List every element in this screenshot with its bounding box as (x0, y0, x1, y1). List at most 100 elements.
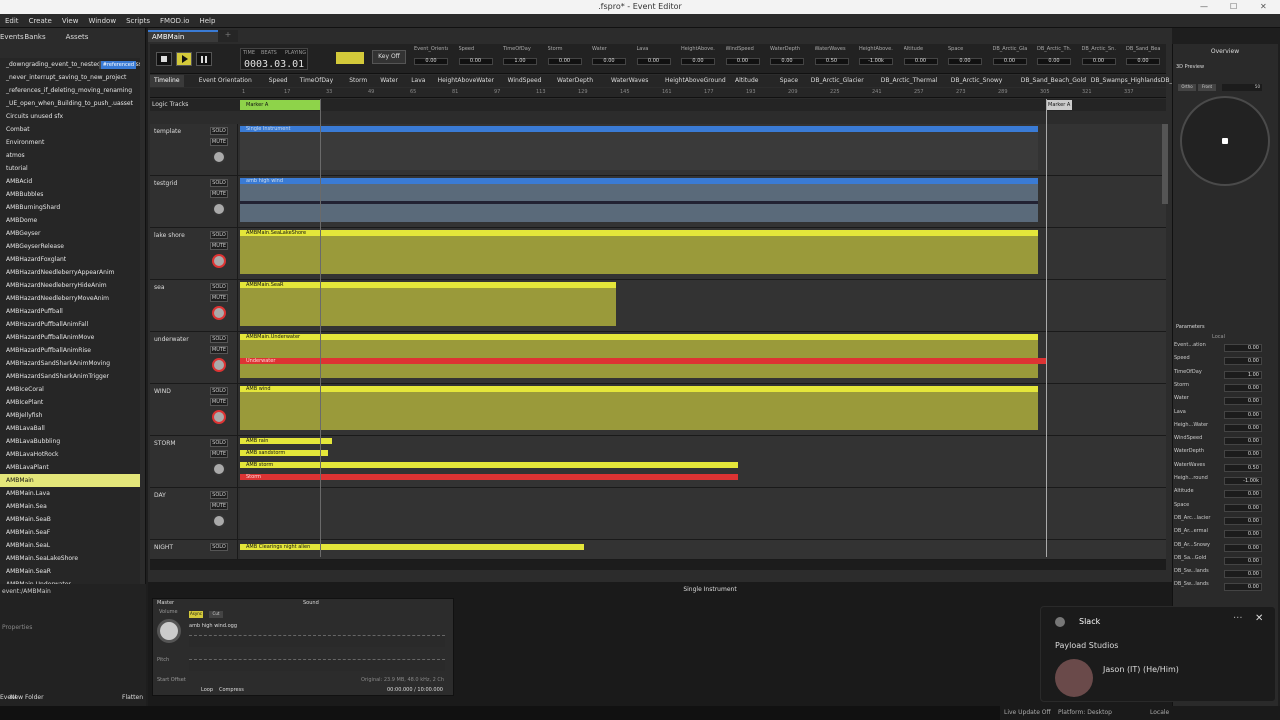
loop-region-marker[interactable]: Marker A (240, 100, 320, 110)
tab-banks[interactable]: Banks (20, 30, 50, 44)
param-value[interactable]: 0.50 (814, 58, 849, 65)
parameter-value[interactable]: 0.00 (1224, 423, 1262, 432)
solo-button[interactable]: SOLO (210, 387, 228, 395)
parameter-value[interactable]: 0.00 (1224, 383, 1262, 392)
solo-button[interactable]: SOLO (210, 335, 228, 343)
maximize-icon[interactable]: ☐ (1230, 2, 1237, 11)
live-update-status[interactable]: Live Update Off (1004, 709, 1051, 716)
new-tab-button[interactable]: + (218, 30, 238, 42)
ortho-button[interactable]: Ortho (1178, 84, 1196, 91)
solo-button[interactable]: SOLO (210, 283, 228, 291)
tab-16[interactable]: DB_Arctic_Snowy (947, 75, 1007, 87)
mute-button[interactable]: MUTE (210, 450, 228, 458)
menu-fmodio[interactable]: FMOD.io (155, 14, 194, 28)
param-value[interactable]: 0.00 (414, 58, 448, 65)
param-value[interactable]: 0.00 (1126, 58, 1160, 65)
param-value[interactable]: 0.00 (547, 58, 582, 65)
instrument[interactable]: AMB storm (240, 462, 738, 468)
track-lane[interactable]: AMBMain.SeaLakeShore (240, 228, 1166, 279)
list-item[interactable]: AMBHazardPuffballAnimFall (0, 318, 140, 331)
mute-button[interactable]: MUTE (210, 502, 228, 510)
parameter-value[interactable]: 0.00 (1224, 543, 1262, 552)
instrument-body[interactable] (240, 288, 616, 326)
playhead[interactable] (320, 99, 321, 557)
tab-13[interactable]: Space (776, 75, 802, 87)
close-notification-icon[interactable]: ✕ (1255, 613, 1263, 624)
parameter-value[interactable]: 0.00 (1224, 503, 1262, 512)
track-lane[interactable]: AMBMain.SeaR (240, 280, 1166, 331)
param-value[interactable]: 0.00 (1081, 58, 1116, 65)
param-value[interactable]: 0.00 (770, 58, 804, 65)
list-item[interactable]: AMBHazardPuffball (0, 305, 140, 318)
solo-button[interactable]: SOLO (210, 543, 228, 551)
instrument-body[interactable] (240, 236, 1038, 274)
menu-edit[interactable]: Edit (0, 14, 24, 28)
parameter-value[interactable]: 1.00 (1224, 370, 1262, 379)
parameter-value[interactable]: 0.00 (1224, 344, 1262, 352)
list-item[interactable]: AMBIceCoral (0, 383, 140, 396)
tab-1[interactable]: Event Orientation (195, 75, 256, 87)
play-button[interactable] (176, 52, 192, 66)
volume-knob[interactable] (212, 462, 226, 476)
tab-7[interactable]: HeightAboveWater (434, 75, 498, 87)
pause-button[interactable] (196, 52, 212, 66)
list-item[interactable]: AMBMain.SeaB#referenced (0, 61, 140, 526)
locale-select[interactable]: Locale (1150, 709, 1169, 716)
instrument[interactable]: Underwater (240, 358, 1046, 364)
volume-knob[interactable] (212, 410, 226, 424)
list-item[interactable]: AMBMain (0, 474, 140, 487)
parameter-value[interactable]: 0.00 (1224, 357, 1262, 366)
cut-button[interactable]: Cut (209, 611, 223, 618)
tab-10[interactable]: WaterWaves (607, 75, 652, 87)
tab-3[interactable]: TimeOfDay (296, 75, 337, 87)
list-item[interactable]: AMBIcePlant (0, 396, 140, 409)
volume-knob[interactable] (212, 514, 226, 528)
list-item[interactable]: AMBMain.SeaF#referenced (0, 61, 140, 539)
param-value[interactable]: 0.00 (992, 58, 1027, 65)
list-item[interactable]: AMBHazardPuffballAnimMove (0, 331, 140, 344)
key-off-button[interactable]: Key Off (372, 50, 406, 64)
solo-button[interactable]: SOLO (210, 179, 228, 187)
parameter-value[interactable]: 0.00 (1224, 516, 1262, 525)
instrument-body[interactable] (240, 392, 1038, 430)
tab-18[interactable]: DB_Swamps_Highlands (1087, 75, 1165, 87)
list-item[interactable]: AMBGeyser (0, 227, 140, 240)
list-item[interactable]: AMBBubbles (0, 188, 140, 201)
list-item[interactable]: AMBGeyserRelease (0, 240, 140, 253)
param-value[interactable]: 0.00 (681, 58, 715, 65)
list-item[interactable]: AMBLavaBall (0, 422, 140, 435)
list-item[interactable]: AMBHazardNeedleberryHideAnim (0, 279, 140, 292)
volume-knob[interactable] (212, 202, 226, 216)
list-item[interactable]: tutorial (0, 162, 140, 175)
list-item[interactable]: AMBHazardSandSharkAnimTrigger (0, 370, 140, 383)
param-value[interactable]: 0.00 (725, 58, 760, 65)
parameter-value[interactable]: 0.00 (1224, 530, 1262, 539)
mute-button[interactable]: MUTE (210, 242, 228, 250)
list-item[interactable]: AMBBurningShard (0, 201, 140, 214)
flatten-button[interactable]: Flatten (122, 694, 143, 701)
solo-button[interactable]: SOLO (210, 439, 228, 447)
parameter-value[interactable]: 0.00 (1224, 570, 1262, 579)
mute-button[interactable]: MUTE (210, 138, 228, 146)
instrument[interactable]: AMB rain (240, 438, 332, 444)
volume-knob[interactable] (212, 254, 226, 268)
parameter-value[interactable]: 0.00 (1224, 437, 1262, 446)
instrument[interactable]: Storm (240, 474, 738, 480)
mute-button[interactable]: MUTE (210, 398, 228, 406)
list-item[interactable]: _never_interrupt_saving_to_new_project (0, 71, 140, 84)
list-item[interactable]: Combat (0, 123, 140, 136)
3d-preview-radar[interactable] (1180, 96, 1270, 186)
volume-knob[interactable] (212, 358, 226, 372)
tab-events[interactable]: Events (0, 30, 24, 44)
param-value[interactable]: 0.00 (458, 58, 493, 65)
volume-knob[interactable] (157, 619, 181, 643)
parameter-value[interactable]: 0.00 (1224, 490, 1262, 499)
volume-knob[interactable] (212, 150, 226, 164)
list-item[interactable]: Environment (0, 136, 140, 149)
tab-6[interactable]: Lava (407, 75, 429, 87)
slack-notification[interactable]: Slack ··· ✕ Payload Studios Jason (IT) (… (1040, 606, 1276, 702)
close-window-icon[interactable]: ✕ (1260, 2, 1267, 11)
time-display[interactable]: TIME BEATS PLAYING 0003.03.01 (240, 48, 308, 70)
param-value[interactable]: 0.00 (592, 58, 626, 65)
menu-scripts[interactable]: Scripts (121, 14, 155, 28)
